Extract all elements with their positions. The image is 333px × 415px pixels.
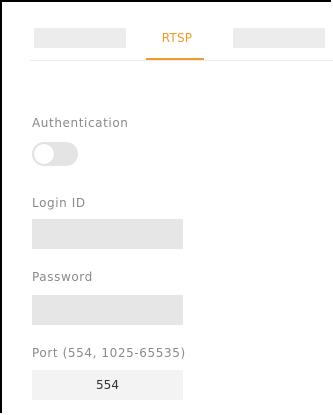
tab-right[interactable]	[233, 28, 325, 48]
tab-rtsp[interactable]: RTSP	[148, 28, 206, 62]
toggle-knob	[34, 144, 54, 164]
authentication-label: Authentication	[32, 116, 129, 130]
tab-rtsp-label: RTSP	[161, 31, 193, 45]
port-label: Port (554, 1025-65535)	[32, 346, 186, 360]
login-id-input[interactable]	[32, 219, 183, 249]
password-label: Password	[32, 270, 93, 284]
tab-divider	[30, 60, 333, 61]
tab-bar: RTSP	[30, 28, 333, 62]
tab-left[interactable]	[34, 28, 126, 48]
port-input[interactable]: 554	[32, 370, 183, 400]
login-id-label: Login ID	[32, 196, 86, 210]
authentication-toggle[interactable]	[32, 142, 78, 166]
password-input[interactable]	[32, 295, 183, 325]
